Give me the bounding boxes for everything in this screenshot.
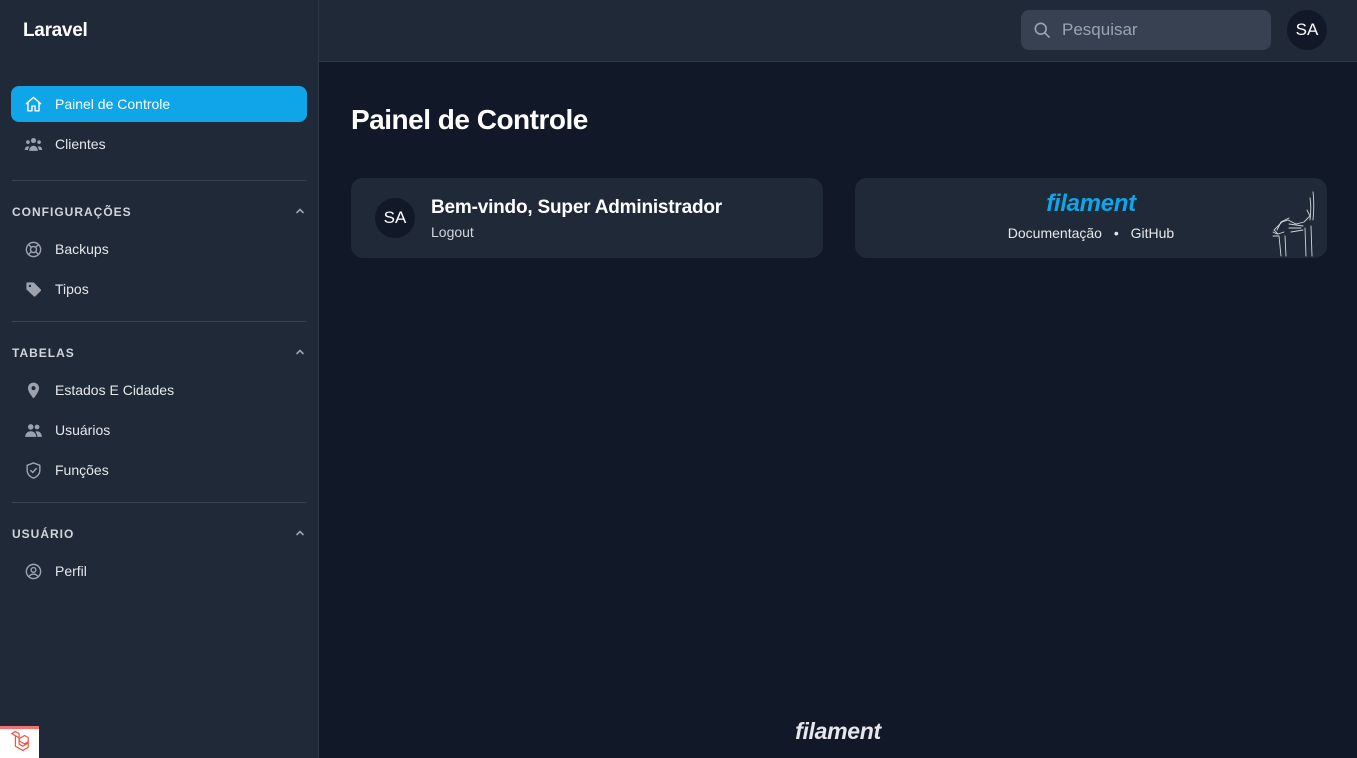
global-search[interactable] — [1021, 10, 1271, 50]
lifebuoy-icon — [23, 239, 43, 259]
sidebar-group-configuracoes[interactable]: CONFIGURAÇÕES — [12, 199, 306, 225]
sidebar-item-usuarios[interactable]: Usuários — [11, 412, 307, 448]
sidebar-item-tipos[interactable]: Tipos — [11, 271, 307, 307]
sidebar-group-label: CONFIGURAÇÕES — [12, 205, 132, 219]
laravel-debug-badge[interactable] — [0, 726, 39, 758]
sidebar-item-label: Painel de Controle — [55, 96, 171, 112]
avatar: SA — [375, 198, 415, 238]
user-menu-avatar[interactable]: SA — [1287, 10, 1327, 50]
sidebar-nav: Painel de Controle Clientes — [0, 62, 318, 162]
tag-icon — [23, 279, 43, 299]
sidebar-item-label: Usuários — [55, 422, 111, 438]
laravel-logo-icon — [9, 730, 31, 757]
sidebar-item-perfil[interactable]: Perfil — [11, 553, 307, 589]
app-root: Laravel Painel de Controle Clientes CONF… — [0, 0, 1357, 758]
topbar: SA — [319, 0, 1357, 62]
users-icon — [23, 420, 43, 440]
brand-name[interactable]: Laravel — [0, 0, 318, 62]
home-icon — [23, 94, 43, 114]
sidebar-group-usuario[interactable]: USUÁRIO — [12, 521, 306, 547]
sidebar-group-items: Estados E Cidades Usuários Funções — [0, 372, 318, 488]
link-separator: • — [1113, 225, 1119, 241]
sidebar-divider — [12, 502, 306, 503]
user-circle-icon — [23, 561, 43, 581]
sidebar-item-painel-de-controle[interactable]: Painel de Controle — [11, 86, 307, 122]
sidebar-item-funcoes[interactable]: Funções — [11, 452, 307, 488]
main-content: Painel de Controle SA Bem-vindo, Super A… — [319, 62, 1357, 758]
sidebar-group-items: Backups Tipos — [0, 231, 318, 307]
sidebar-group-tabelas[interactable]: TABELAS — [12, 340, 306, 366]
chevron-up-icon[interactable] — [294, 527, 306, 542]
sidebar-divider — [12, 321, 306, 322]
footer-filament-logo[interactable]: filament — [319, 718, 1357, 745]
sidebar-divider — [12, 180, 306, 181]
filament-mascot-icon — [1272, 191, 1315, 257]
search-input[interactable] — [1062, 20, 1242, 40]
sidebar-item-backups[interactable]: Backups — [11, 231, 307, 267]
filament-links: Documentação • GitHub — [855, 225, 1327, 241]
sidebar-item-label: Backups — [55, 241, 109, 257]
sidebar-group-items: Perfil — [0, 553, 318, 589]
sidebar-item-label: Estados E Cidades — [55, 382, 175, 398]
user-group-icon — [23, 134, 43, 154]
page-title: Painel de Controle — [351, 104, 588, 135]
sidebar: Laravel Painel de Controle Clientes CONF… — [0, 0, 319, 758]
map-pin-icon — [23, 380, 43, 400]
sidebar-item-estados-e-cidades[interactable]: Estados E Cidades — [11, 372, 307, 408]
filament-info-widget: filament Documentação • GitHub — [855, 178, 1327, 258]
sidebar-item-label: Tipos — [55, 281, 89, 297]
sidebar-item-label: Funções — [55, 462, 109, 478]
sidebar-item-clientes[interactable]: Clientes — [11, 126, 307, 162]
chevron-up-icon[interactable] — [294, 205, 306, 220]
search-icon — [1032, 20, 1052, 40]
sidebar-item-label: Clientes — [55, 136, 106, 152]
shield-check-icon — [23, 460, 43, 480]
documentation-link[interactable]: Documentação — [1008, 225, 1102, 241]
github-link[interactable]: GitHub — [1131, 225, 1175, 241]
sidebar-group-label: USUÁRIO — [12, 527, 75, 541]
sidebar-item-label: Perfil — [55, 563, 87, 579]
welcome-heading: Bem-vindo, Super Administrador — [431, 197, 722, 218]
chevron-up-icon[interactable] — [294, 346, 306, 361]
filament-logo[interactable]: filament — [855, 190, 1327, 218]
welcome-widget: SA Bem-vindo, Super Administrador Logout — [351, 178, 823, 258]
sidebar-group-label: TABELAS — [12, 346, 75, 360]
logout-button[interactable]: Logout — [431, 224, 474, 240]
